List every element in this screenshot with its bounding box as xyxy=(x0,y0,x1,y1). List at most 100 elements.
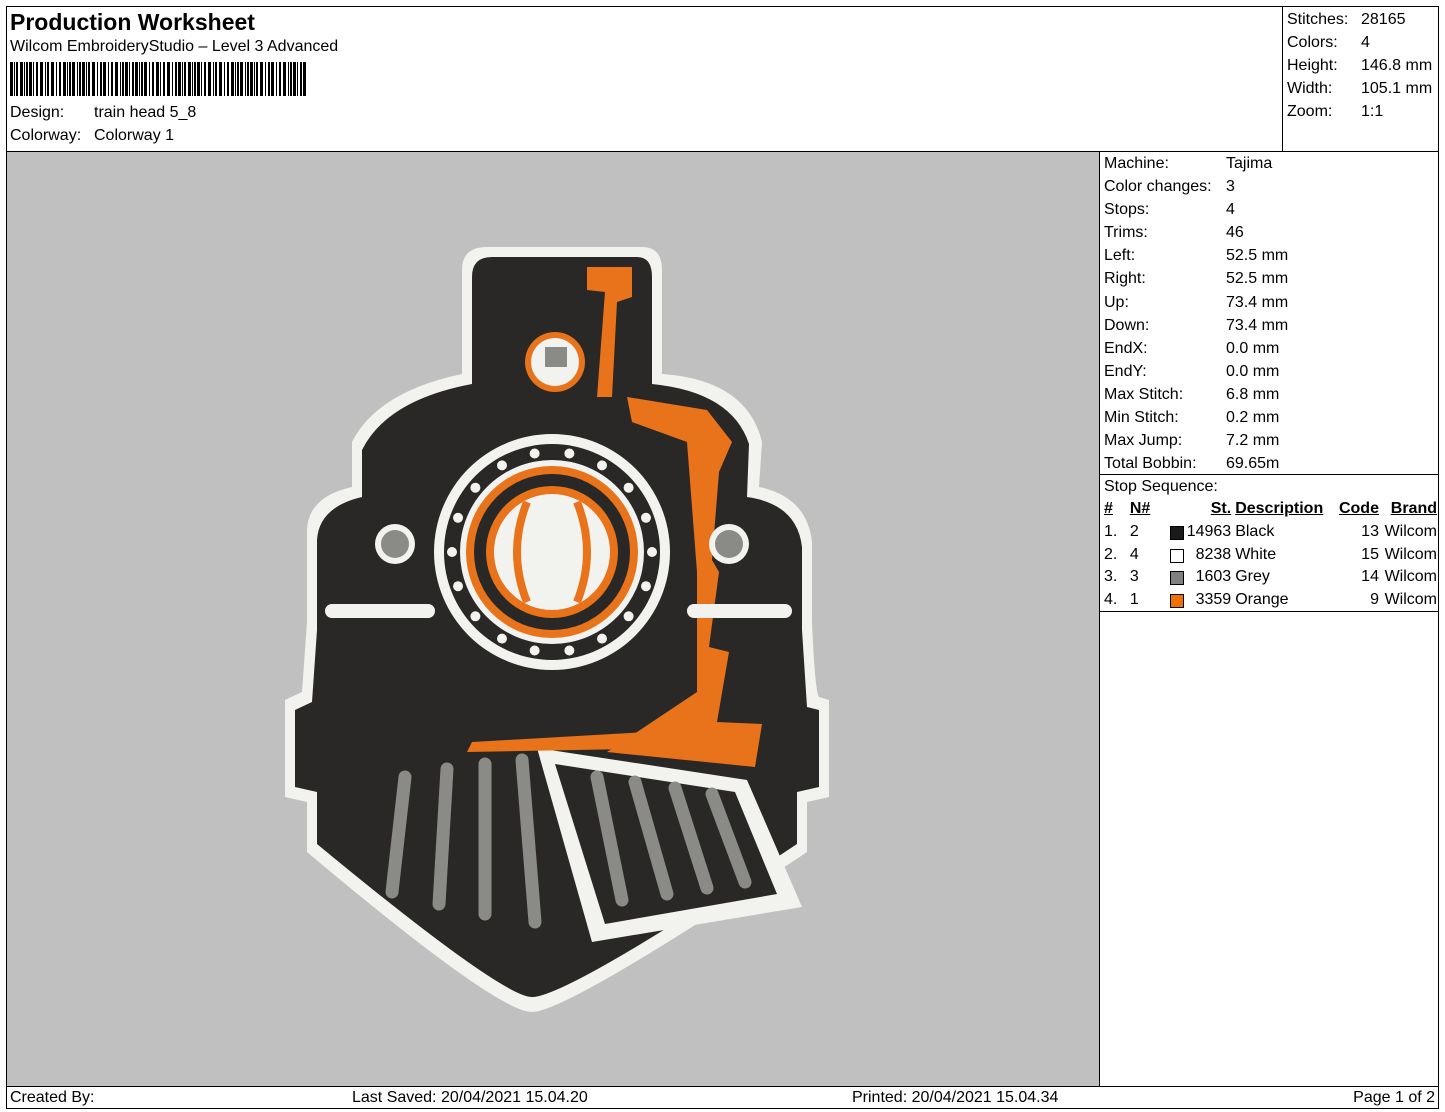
detail-value: 46 xyxy=(1226,224,1244,242)
detail-row: Trims: 46 xyxy=(1100,221,1439,244)
column-header: Brand xyxy=(1390,500,1437,517)
summary-label: Colors: xyxy=(1287,34,1338,51)
thread-description: Black xyxy=(1235,522,1275,540)
summary-panel: Stitches: 28165 Colors: 4 Height: 146.8 mm … xyxy=(1282,6,1439,151)
summary-label: Stitches: xyxy=(1287,11,1349,28)
thread-description: Grey xyxy=(1235,568,1270,586)
table-header-row: # N# St. Description Code Brand xyxy=(1102,498,1439,521)
colorway-row: Colorway: Colorway 1 xyxy=(10,124,1280,147)
detail-value: 69.65m xyxy=(1226,455,1280,473)
detail-value: 73.4 mm xyxy=(1226,293,1289,311)
train-head-embroidery-image xyxy=(285,247,829,1012)
summary-label: Zoom: xyxy=(1287,103,1333,120)
detail-value: 4 xyxy=(1226,201,1235,219)
detail-label: Down: xyxy=(1104,316,1150,334)
detail-value: Tajima xyxy=(1226,155,1273,172)
thread-code: 13 xyxy=(1361,522,1379,540)
row-index: 4. xyxy=(1104,591,1118,609)
detail-label: Up: xyxy=(1104,293,1129,311)
summary-value: 146.8 mm xyxy=(1361,57,1433,74)
stop-sequence: Stop Sequence: # N# St. Description Code… xyxy=(1100,474,1439,612)
column-header: # xyxy=(1104,500,1113,517)
detail-label: Left: xyxy=(1104,247,1136,265)
detail-label: Trims: xyxy=(1104,224,1148,242)
detail-value: 3 xyxy=(1226,178,1235,196)
summary-row: Height: 146.8 mm xyxy=(1287,54,1439,77)
detail-value: 0.0 mm xyxy=(1226,362,1280,380)
detail-row: EndX: 0.0 mm xyxy=(1100,337,1439,360)
summary-row: Colors: 4 xyxy=(1287,31,1439,54)
printed-date: Printed: 20/04/2021 15.04.34 xyxy=(852,1089,1059,1106)
thread-code: 14 xyxy=(1361,568,1379,586)
column-header: N# xyxy=(1129,500,1151,517)
summary-label: Height: xyxy=(1287,57,1338,74)
colorway-label: Colorway: xyxy=(10,127,82,144)
detail-row: Up: 73.4 mm xyxy=(1100,291,1439,314)
row-index: 1. xyxy=(1104,522,1118,540)
summary-row: Width: 105.1 mm xyxy=(1287,77,1439,100)
thread-brand: Wilcom xyxy=(1384,591,1437,609)
column-header: Code xyxy=(1338,500,1379,517)
detail-label: Stops: xyxy=(1104,201,1150,219)
color-swatch xyxy=(1169,548,1184,563)
detail-row: Machine: Tajima xyxy=(1100,152,1439,175)
detail-row: Right: 52.5 mm xyxy=(1100,267,1439,290)
column-header: St. xyxy=(1210,500,1232,517)
stitch-count-cell: 8238 xyxy=(1168,544,1234,567)
detail-row: Total Bobbin: 69.65m xyxy=(1100,452,1439,475)
needle-number: 1 xyxy=(1129,591,1139,609)
stitch-count: 1603 xyxy=(1195,568,1232,586)
detail-label: Machine: xyxy=(1104,155,1169,172)
page-number: Page 1 of 2 xyxy=(1353,1089,1435,1106)
color-swatch xyxy=(1169,571,1184,586)
summary-value: 105.1 mm xyxy=(1361,80,1433,97)
summary-value: 4 xyxy=(1361,34,1370,51)
detail-row: EndY: 0.0 mm xyxy=(1100,360,1439,383)
needle-number: 3 xyxy=(1129,568,1139,586)
stitch-count: 8238 xyxy=(1195,545,1232,563)
header: Production Worksheet Wilcom EmbroiderySt… xyxy=(10,8,1280,147)
summary-value: 28165 xyxy=(1361,11,1406,28)
table-row: 1. 2 14963 Black 13 Wilcom xyxy=(1102,521,1439,544)
detail-value: 7.2 mm xyxy=(1226,432,1280,450)
stitch-count-cell: 14963 xyxy=(1168,521,1234,544)
detail-label: Min Stitch: xyxy=(1104,409,1179,427)
stitch-count-cell: 3359 xyxy=(1168,589,1234,612)
detail-value: 0.0 mm xyxy=(1226,339,1280,357)
summary-label: Width: xyxy=(1287,80,1333,97)
detail-label: Color changes: xyxy=(1104,178,1212,196)
detail-row: Max Jump: 7.2 mm xyxy=(1100,429,1439,452)
detail-row: Min Stitch: 0.2 mm xyxy=(1100,406,1439,429)
thread-brand: Wilcom xyxy=(1384,522,1437,540)
stitch-count: 14963 xyxy=(1186,522,1232,540)
detail-label: Total Bobbin: xyxy=(1104,455,1197,473)
stop-sequence-title: Stop Sequence: xyxy=(1104,478,1218,495)
design-value: train head 5_8 xyxy=(94,104,197,121)
detail-label: Right: xyxy=(1104,270,1146,288)
detail-row: Color changes: 3 xyxy=(1100,175,1439,198)
detail-row: Max Stitch: 6.8 mm xyxy=(1100,383,1439,406)
detail-label: Max Stitch: xyxy=(1104,385,1184,403)
detail-label: Max Jump: xyxy=(1104,432,1183,450)
column-header: Description xyxy=(1235,500,1324,517)
summary-row: Stitches: 28165 xyxy=(1287,8,1439,31)
thread-brand: Wilcom xyxy=(1384,545,1437,563)
thread-code: 9 xyxy=(1370,591,1379,609)
detail-label: EndX: xyxy=(1104,339,1148,357)
table-row: 4. 1 3359 Orange 9 Wilcom xyxy=(1102,589,1439,612)
detail-value: 73.4 mm xyxy=(1226,316,1289,334)
summary-row: Zoom: 1:1 xyxy=(1287,100,1439,123)
row-index: 2. xyxy=(1104,545,1118,563)
details-panel: Machine: Tajima Color changes: 3 Stops: 4 Trim… xyxy=(1099,152,1439,1086)
detail-row: Stops: 4 xyxy=(1100,198,1439,221)
detail-row: Left: 52.5 mm xyxy=(1100,244,1439,267)
colorway-value: Colorway 1 xyxy=(94,127,175,144)
thread-description: White xyxy=(1235,545,1277,563)
color-swatch xyxy=(1169,525,1184,540)
detail-value: 52.5 mm xyxy=(1226,247,1289,265)
page-title: Production Worksheet xyxy=(10,9,255,35)
thread-description: Orange xyxy=(1235,591,1289,609)
detail-row: Down: 73.4 mm xyxy=(1100,314,1439,337)
stitch-count: 3359 xyxy=(1195,591,1232,609)
barcode xyxy=(10,62,306,96)
